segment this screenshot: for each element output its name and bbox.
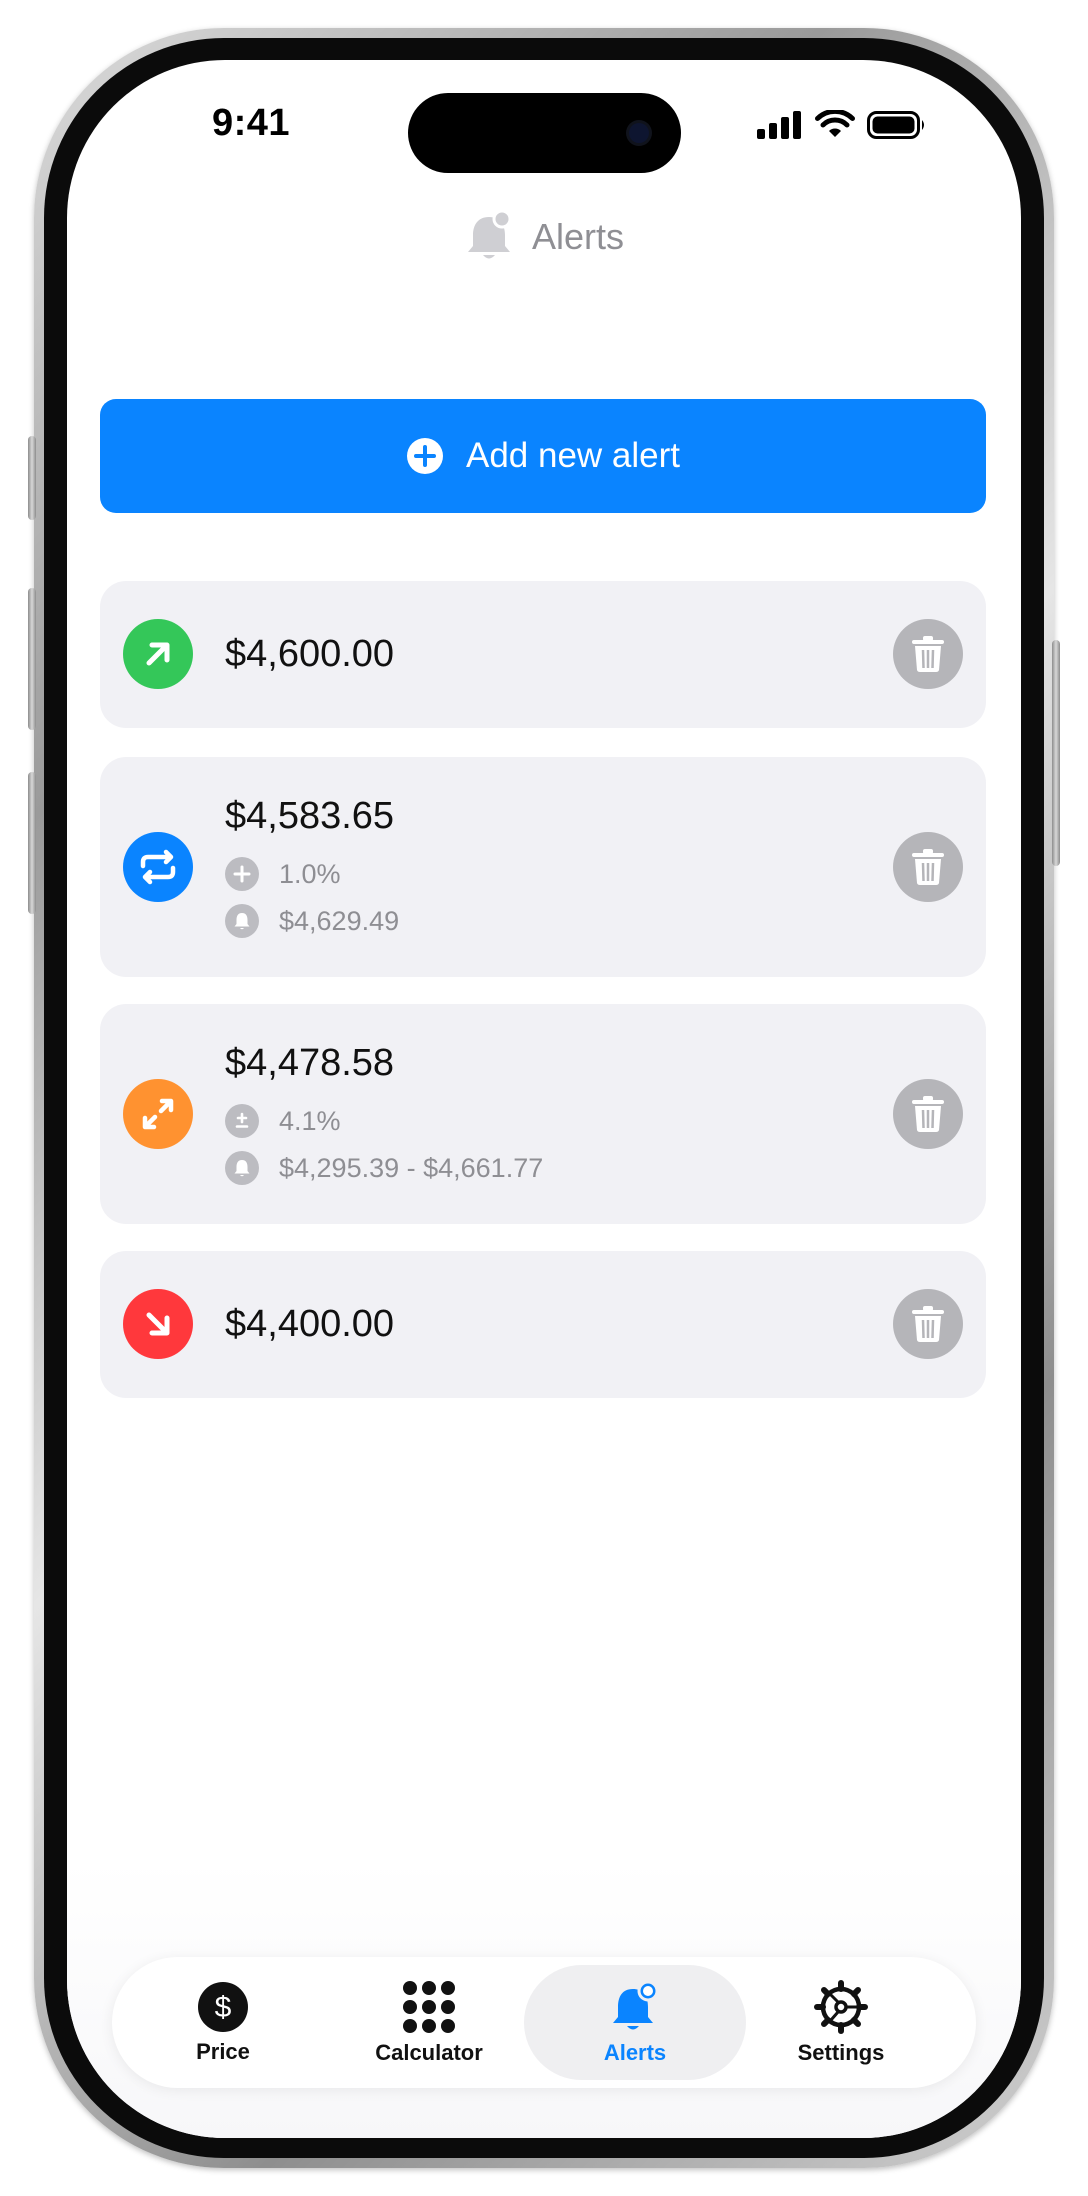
alert-detail-row: 1.0%: [225, 857, 341, 891]
add-new-alert-button[interactable]: Add new alert: [100, 399, 986, 513]
tab-label: Price: [196, 2038, 250, 2064]
grid-dots-icon: [403, 1980, 455, 2033]
bell-badge-icon: [467, 210, 512, 259]
tab-label: Calculator: [375, 2039, 483, 2065]
delete-alert-button[interactable]: [893, 619, 963, 689]
arrow-down-right-icon: [123, 1289, 193, 1359]
tab-label: Settings: [797, 2039, 885, 2065]
alert-price: $4,478.58: [225, 1042, 395, 1084]
alert-target-price: $4,629.49: [279, 905, 400, 936]
delete-alert-button[interactable]: [893, 832, 963, 902]
tab-price[interactable]: $ Price: [112, 1965, 334, 2080]
alert-price: $4,600.00: [225, 633, 395, 675]
dollar-circle-icon: $: [198, 1981, 248, 2032]
bell-icon: [225, 1151, 259, 1185]
page-header: Alerts: [67, 210, 1021, 264]
repeat-icon: [123, 832, 193, 902]
dynamic-island: [408, 93, 681, 173]
alert-card[interactable]: $4,583.65 1.0% $4,629.49: [100, 757, 986, 977]
tab-label: Alerts: [603, 2039, 667, 2065]
tab-settings[interactable]: Settings: [730, 1965, 952, 2080]
status-time: 9:41: [212, 102, 291, 144]
bell-badge-icon: [613, 1980, 659, 2029]
plus-circle-icon: [225, 857, 259, 891]
alert-detail-row: 4.1%: [225, 1104, 341, 1138]
status-icons: [757, 110, 927, 140]
expand-icon: [123, 1079, 193, 1149]
power-button: [1052, 640, 1060, 866]
alert-card[interactable]: $4,600.00: [100, 581, 986, 728]
action-button: [28, 436, 36, 520]
plus-minus-icon: [225, 1104, 259, 1138]
alert-card[interactable]: $4,400.00: [100, 1251, 986, 1398]
alert-detail-row: $4,295.39 - $4,661.77: [225, 1151, 543, 1185]
alert-price-range: $4,295.39 - $4,661.77: [279, 1152, 544, 1183]
svg-text:$: $: [215, 1991, 232, 2024]
delete-alert-button[interactable]: [893, 1079, 963, 1149]
trash-icon: [912, 1096, 944, 1132]
trash-icon: [912, 636, 944, 672]
arrow-up-right-icon: [123, 619, 193, 689]
page-title: Alerts: [531, 216, 625, 257]
tab-bar: $ Price Calculator Alerts Settings: [112, 1957, 976, 2088]
alert-price: $4,583.65: [225, 795, 395, 837]
delete-alert-button[interactable]: [893, 1289, 963, 1359]
alert-card[interactable]: $4,478.58 4.1% $4,295.39 - $4,661.77: [100, 1004, 986, 1224]
bell-icon: [225, 904, 259, 938]
volume-up-button: [28, 588, 36, 730]
trash-icon: [912, 849, 944, 885]
wifi-icon: [815, 110, 855, 137]
camera-icon: [629, 123, 649, 143]
plus-circle-icon: [406, 438, 443, 474]
tab-calculator[interactable]: Calculator: [318, 1965, 540, 2080]
volume-down-button: [28, 772, 36, 914]
battery-icon: [867, 111, 924, 139]
alert-price: $4,400.00: [225, 1303, 395, 1345]
gear-icon: [814, 1979, 868, 2034]
app-screen: 9:41 Alerts Add new alert $4,600.00 $4,5…: [67, 60, 1021, 2138]
alert-range-percent: 4.1%: [279, 1105, 341, 1136]
trash-icon: [912, 1306, 944, 1342]
alert-threshold-percent: 1.0%: [279, 858, 341, 889]
tab-alerts[interactable]: Alerts: [524, 1965, 746, 2080]
cellular-signal-icon: [757, 111, 801, 139]
add-new-alert-label: Add new alert: [465, 436, 681, 475]
alert-detail-row: $4,629.49: [225, 904, 399, 938]
